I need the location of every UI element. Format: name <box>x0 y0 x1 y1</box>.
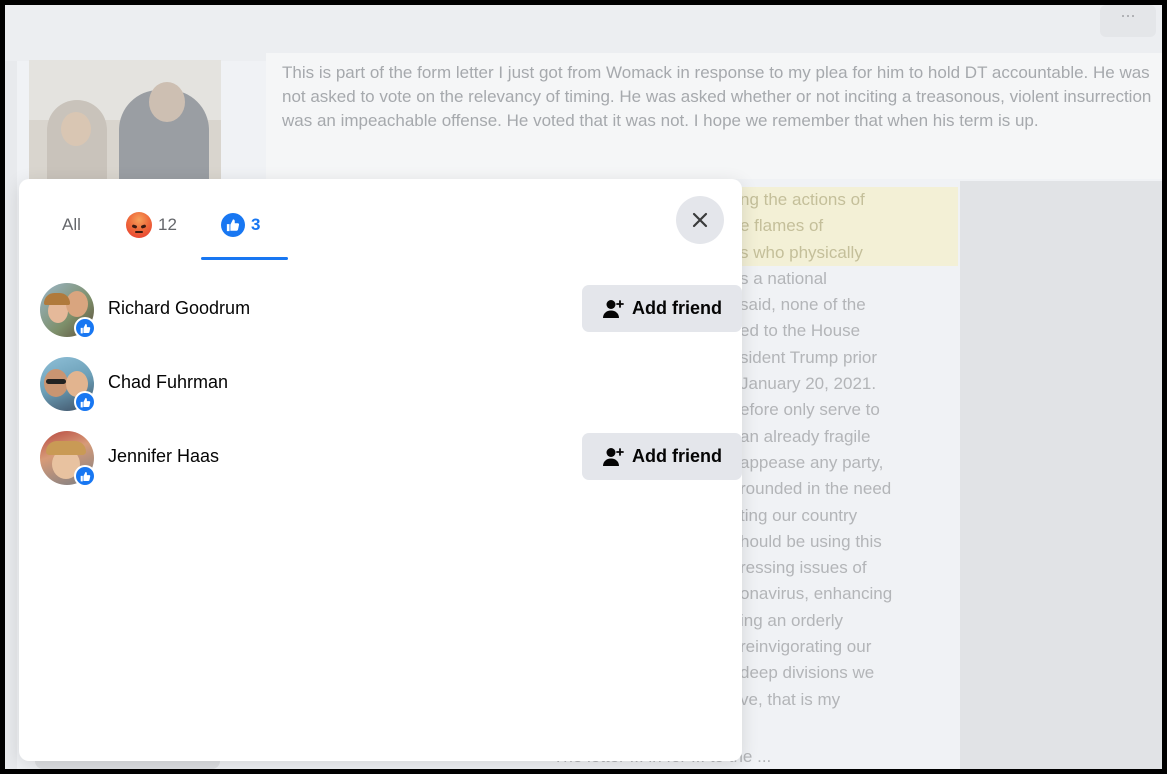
add-friend-label: Add friend <box>632 446 722 466</box>
letter-line: ting our country <box>740 505 858 525</box>
letter-line: hould be using this <box>740 531 882 551</box>
letter-line: sident Trump prior <box>740 347 877 367</box>
close-button[interactable] <box>676 196 724 244</box>
background-right-panel <box>960 181 1162 769</box>
reactor-row: Richard Goodrum Add friend <box>40 283 742 339</box>
like-badge-icon <box>74 317 96 339</box>
like-reaction-icon <box>221 213 245 237</box>
letter-line: s who physically <box>740 239 958 266</box>
active-tab-indicator <box>201 257 288 260</box>
post-author-photo <box>29 60 221 190</box>
add-friend-button[interactable]: Add friend <box>582 433 742 480</box>
like-badge-icon <box>74 391 96 413</box>
letter-line: efore only serve to <box>740 400 880 420</box>
tab-all-label: All <box>62 215 81 234</box>
letter-line: deep divisions we <box>740 663 875 683</box>
letter-line: ve, that is my <box>740 689 841 709</box>
letter-line: an already fragile <box>740 426 871 446</box>
app-frame: ... This is part of the form letter I ju… <box>5 5 1162 769</box>
letter-line: ed to the House <box>740 321 861 341</box>
close-icon <box>692 212 708 228</box>
letter-line: s a national <box>740 268 827 288</box>
add-friend-icon <box>603 447 624 466</box>
tab-all[interactable]: All <box>62 196 81 254</box>
reactor-name[interactable]: Jennifer Haas <box>108 446 219 467</box>
like-count: 3 <box>251 215 261 234</box>
letter-line: reinvigorating our <box>740 637 872 657</box>
reactor-row: Chad Fuhrman <box>40 357 730 413</box>
tab-like[interactable]: 3 <box>221 196 260 254</box>
letter-line: ressing issues of <box>740 558 867 578</box>
reactions-dialog: All 12 3 Richard Goodrum Add friend Chad… <box>19 179 742 761</box>
letter-line: onavirus, enhancing <box>740 584 893 604</box>
reactor-row: Jennifer Haas Add friend <box>40 431 742 487</box>
letter-line: appease any party, <box>740 452 884 472</box>
letter-image-text: ng the actions of e flames of s who phys… <box>740 187 958 713</box>
letter-line: rounded in the need <box>740 479 892 499</box>
angry-reaction-icon <box>126 212 152 238</box>
letter-line: ng the actions of <box>740 187 958 214</box>
letter-line: January 20, 2021. <box>740 374 877 394</box>
like-badge-icon <box>74 465 96 487</box>
tab-angry[interactable]: 12 <box>126 196 177 254</box>
angry-count: 12 <box>158 215 177 234</box>
more-options-icon: ... <box>1100 5 1156 37</box>
background-left-strip <box>5 61 17 769</box>
reactor-name[interactable]: Richard Goodrum <box>108 298 250 319</box>
add-friend-icon <box>603 299 624 318</box>
add-friend-label: Add friend <box>632 298 722 318</box>
reactor-name[interactable]: Chad Fuhrman <box>108 372 228 393</box>
letter-line: e flames of <box>740 213 958 240</box>
letter-line: ing an orderly <box>740 610 844 630</box>
add-friend-button[interactable]: Add friend <box>582 285 742 332</box>
letter-line: said, none of the <box>740 295 866 315</box>
post-text: This is part of the form letter I just g… <box>282 63 1152 130</box>
